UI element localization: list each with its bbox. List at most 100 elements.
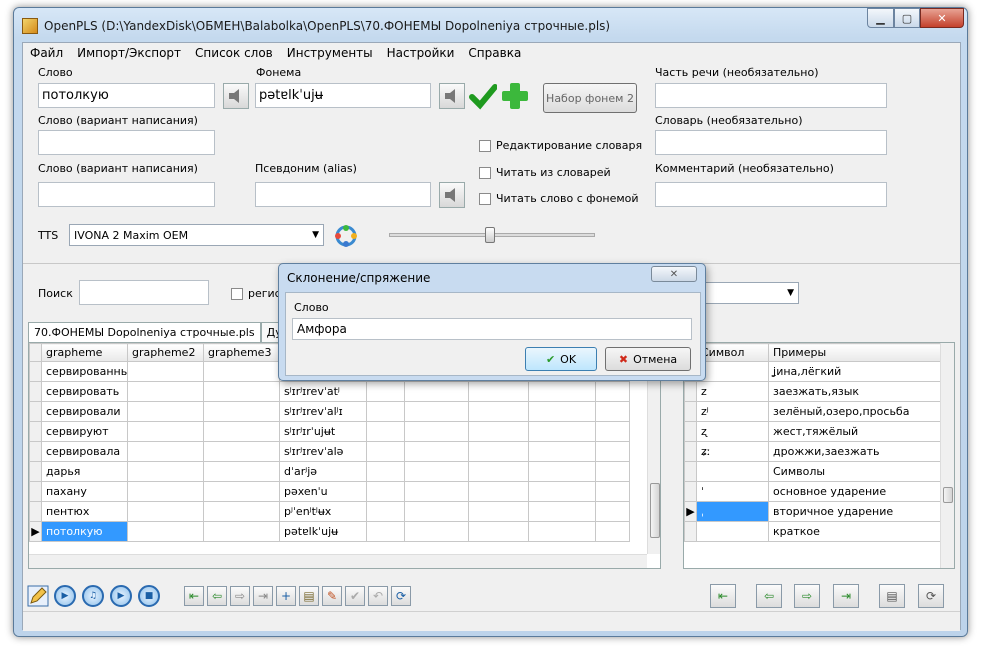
grapheme-cell[interactable]: пентюх	[41, 501, 128, 522]
table-row-selected[interactable]: ▶ ˌ вторичное ударение	[684, 501, 941, 522]
speak-phoneme-icon[interactable]	[439, 83, 465, 109]
insert-icon[interactable]: +	[276, 586, 296, 606]
edit-pencil-icon[interactable]	[27, 585, 49, 607]
tab-current-file[interactable]: 70.ФОНЕМЫ Dopolneniya строчные.pls	[28, 322, 261, 342]
table-row[interactable]: ʐ жест,тяжёлый	[684, 421, 941, 442]
edit-dict-checkbox[interactable]: Редактирование словаря	[479, 139, 642, 152]
example-cell[interactable]: дрожжи,заезжать	[768, 441, 941, 462]
col-header-grapheme2[interactable]: grapheme2	[127, 343, 204, 362]
symbol-next-icon[interactable]: ⇨	[794, 584, 820, 608]
symbol-cell[interactable]	[696, 461, 769, 482]
speak-alias-icon[interactable]	[439, 182, 465, 208]
example-cell[interactable]: ʝина,лёгкий	[768, 361, 941, 382]
speak-word-icon[interactable]	[223, 83, 249, 109]
col-header-grapheme3[interactable]: grapheme3	[203, 343, 280, 362]
dialog-close-button[interactable]: ✕	[651, 266, 697, 282]
dialog-word-input[interactable]: Амфора	[292, 318, 692, 340]
phoneme-cell[interactable]: dˈarʲjə	[279, 461, 367, 482]
search-input[interactable]	[79, 280, 209, 305]
grapheme-cell[interactable]: пахану	[41, 481, 128, 502]
table-row[interactable]: сервировать sʲɪrʲɪrevˈatʲ	[29, 381, 630, 402]
case-checkbox[interactable]: регис	[231, 287, 281, 300]
word-variant1-input[interactable]	[38, 130, 215, 155]
table-row[interactable]: пентюх pʲˈenʲtʲʉx	[29, 501, 630, 522]
example-cell[interactable]: жест,тяжёлый	[768, 421, 941, 442]
table-row[interactable]: z заезжать,язык	[684, 381, 941, 402]
table-row-selected[interactable]: ▶ потолкую pətɐlkˈujʉ	[29, 521, 630, 542]
edit-icon[interactable]: ✎	[322, 586, 342, 606]
symbol-cell[interactable]: ˈ	[696, 481, 769, 502]
word-input[interactable]: потолкую	[38, 83, 215, 108]
grapheme-cell[interactable]: сервировать	[41, 381, 128, 402]
next-record-icon[interactable]: ⇨	[230, 586, 250, 606]
play-icon[interactable]: ▶	[54, 585, 76, 607]
phoneme-cell[interactable]: sʲɪrʲɪrevˈalə	[279, 441, 367, 462]
example-cell[interactable]: вторичное ударение	[768, 501, 941, 522]
voice-settings-icon[interactable]	[333, 224, 359, 248]
symbol-cell[interactable]: zʲ	[696, 401, 769, 422]
scroll-thumb[interactable]	[650, 483, 660, 538]
cancel-icon[interactable]: ↶	[368, 586, 388, 606]
rate-slider-thumb[interactable]	[485, 227, 495, 243]
table-row[interactable]: Символы	[684, 461, 941, 482]
symbol-cell[interactable]: z	[696, 381, 769, 402]
word-variant2-input[interactable]	[38, 182, 215, 207]
refresh-icon[interactable]: ⟳	[391, 586, 411, 606]
symbol-cell[interactable]: ʝ	[696, 361, 769, 382]
delete-icon[interactable]: ▤	[299, 586, 319, 606]
menu-settings[interactable]: Настройки	[380, 46, 462, 60]
table-row[interactable]: пахану pəxenˈu	[29, 481, 630, 502]
table-row[interactable]: ˈ основное ударение	[684, 481, 941, 502]
comment-input[interactable]	[655, 182, 887, 207]
phoneme-cell[interactable]: sʲɪrʲɪrˈujʉt	[279, 421, 367, 442]
table-row[interactable]: ʑː дрожжи,заезжать	[684, 441, 941, 462]
grapheme-cell[interactable]: сервированны	[41, 361, 128, 382]
grapheme-cell[interactable]: сервируют	[41, 421, 128, 442]
phoneme-set-button[interactable]: Набор фонем 2	[543, 83, 637, 113]
phoneme-cell[interactable]: pəxenˈu	[279, 481, 367, 502]
first-record-icon[interactable]: ⇤	[184, 586, 204, 606]
table-row[interactable]: zʲ зелёный,озеро,просьба	[684, 401, 941, 422]
grapheme-cell[interactable]: потолкую	[41, 521, 128, 542]
symbol-prev-icon[interactable]: ⇦	[756, 584, 782, 608]
read-dicts-checkbox[interactable]: Читать из словарей	[479, 166, 611, 179]
phoneme-cell[interactable]: pətɐlkˈujʉ	[279, 521, 367, 542]
phoneme-input[interactable]: pətɐlkˈujʉ	[255, 83, 431, 108]
example-cell[interactable]: Символы	[768, 461, 941, 482]
rate-slider[interactable]	[389, 227, 595, 245]
example-cell[interactable]: заезжать,язык	[768, 381, 941, 402]
menu-tools[interactable]: Инструменты	[280, 46, 380, 60]
table-row[interactable]: сервировали sʲɪrʲɪrevˈalʲɪ	[29, 401, 630, 422]
prev-record-icon[interactable]: ⇦	[207, 586, 227, 606]
minimize-button[interactable]: ▁	[867, 8, 894, 28]
symbol-vertical-scrollbar[interactable]	[940, 343, 954, 568]
grid-horizontal-scrollbar[interactable]	[29, 554, 647, 568]
phoneme-cell[interactable]: pʲˈenʲtʲʉx	[279, 501, 367, 522]
table-row[interactable]: ʝʝина,лёгкий	[684, 361, 941, 382]
phoneme-cell[interactable]: sʲɪrʲɪrevˈalʲɪ	[279, 401, 367, 422]
col-header-examples[interactable]: Примеры	[768, 343, 941, 362]
symbol-cell[interactable]: ʑː	[696, 441, 769, 462]
pos-input[interactable]	[655, 83, 887, 108]
symbol-refresh-icon[interactable]: ⟳	[918, 584, 944, 608]
symbol-grid[interactable]: Символ Примеры ʝʝина,лёгкий zзаезжать,яз…	[683, 342, 955, 569]
table-row[interactable]: сервировала sʲɪrʲɪrevˈalə	[29, 441, 630, 462]
apply-check-icon[interactable]	[469, 82, 498, 110]
play-file-icon[interactable]: ♫	[82, 585, 104, 607]
symbol-delete-icon[interactable]: ▤	[879, 584, 905, 608]
example-cell[interactable]: краткое	[768, 521, 941, 542]
maximize-button[interactable]: ▢	[894, 8, 920, 28]
close-button[interactable]: ✕	[920, 8, 964, 28]
col-header-symbol[interactable]: Символ	[696, 343, 769, 362]
menu-import-export[interactable]: Импорт/Экспорт	[70, 46, 188, 60]
read-phoneme-checkbox[interactable]: Читать слово с фонемой	[479, 192, 639, 205]
dialog-ok-button[interactable]: ✔ OK	[525, 347, 597, 371]
dictionary-input[interactable]	[655, 130, 887, 155]
symbol-first-icon[interactable]: ⇤	[710, 584, 736, 608]
stop-icon[interactable]: ■	[138, 585, 160, 607]
dialog-cancel-button[interactable]: ✖ Отмена	[605, 347, 691, 371]
table-row[interactable]: краткое	[684, 521, 941, 542]
alias-input[interactable]	[255, 182, 431, 207]
phoneme-cell[interactable]: sʲɪrʲɪrevˈatʲ	[279, 381, 367, 402]
grapheme-cell[interactable]: дарья	[41, 461, 128, 482]
